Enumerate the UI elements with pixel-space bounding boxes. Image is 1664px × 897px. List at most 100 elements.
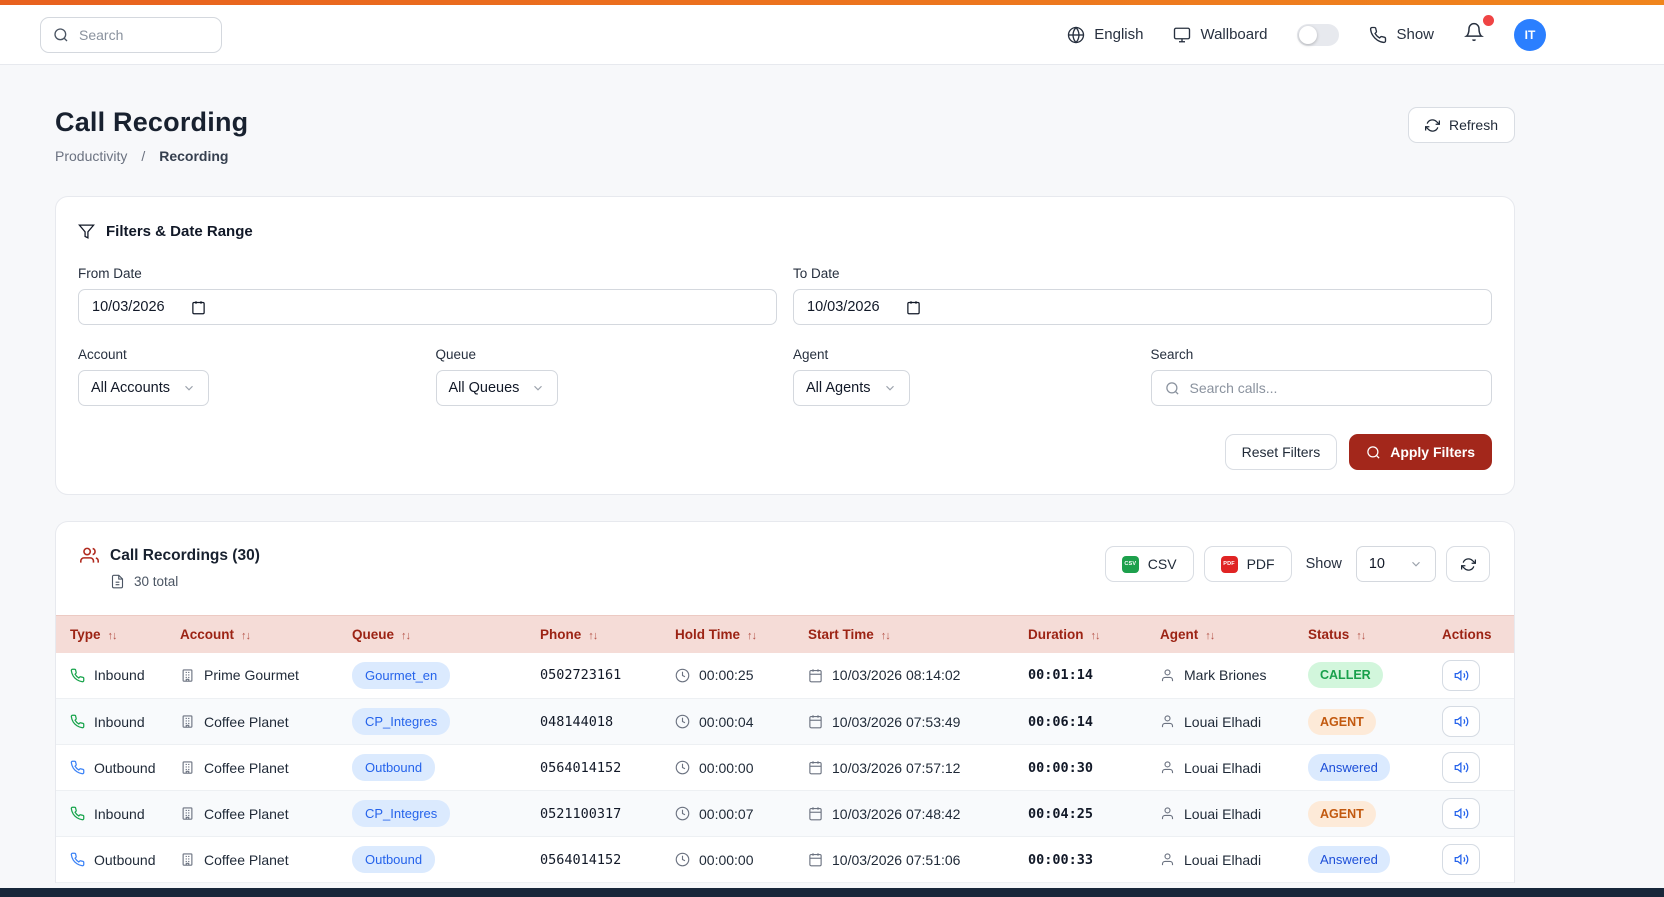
filters-title: Filters & Date Range — [106, 223, 253, 240]
column-header-phone[interactable]: Phone↑↓ — [526, 616, 661, 653]
phone-cell: 0502723161 — [526, 653, 661, 699]
account-name: Coffee Planet — [204, 806, 289, 822]
account-name: Coffee Planet — [204, 714, 289, 730]
calendar-icon — [808, 760, 823, 775]
building-icon — [180, 714, 195, 729]
hold-time-cell: 00:00:00 — [661, 745, 794, 791]
duration-cell: 00:01:14 — [1014, 653, 1146, 699]
sort-icon[interactable]: ↑↓ — [108, 630, 117, 642]
hold-time-value: 00:00:25 — [699, 667, 754, 683]
sort-icon[interactable]: ↑↓ — [401, 630, 410, 642]
agent-cell: Louai Elhadi — [1146, 791, 1294, 837]
notifications-button[interactable] — [1464, 22, 1484, 47]
export-pdf-button[interactable]: PDF PDF — [1204, 546, 1292, 582]
wallboard-label: Wallboard — [1200, 26, 1267, 43]
queue-select[interactable]: All Queues — [436, 370, 559, 406]
call-type-label: Inbound — [94, 667, 145, 683]
column-header-hold-time[interactable]: Hold Time↑↓ — [661, 616, 794, 653]
play-recording-button[interactable] — [1442, 844, 1480, 875]
duration-cell: 00:04:25 — [1014, 791, 1146, 837]
play-recording-button[interactable] — [1442, 752, 1480, 783]
calls-search-input[interactable] — [1190, 380, 1479, 396]
reload-table-button[interactable] — [1446, 546, 1490, 582]
clock-icon — [675, 668, 690, 683]
filters-panel: Filters & Date Range From Date 10/03/202… — [55, 196, 1515, 495]
column-header-status[interactable]: Status↑↓ — [1294, 616, 1428, 653]
wallboard-link[interactable]: Wallboard — [1173, 26, 1267, 44]
account-select[interactable]: All Accounts — [78, 370, 209, 406]
column-header-queue[interactable]: Queue↑↓ — [338, 616, 526, 653]
column-header-account[interactable]: Account↑↓ — [166, 616, 338, 653]
availability-toggle[interactable] — [1297, 24, 1339, 46]
apply-filters-button[interactable]: Apply Filters — [1349, 434, 1492, 470]
bell-icon — [1464, 22, 1484, 42]
topbar: English Wallboard Show IT — [0, 5, 1664, 65]
call-type-label: Outbound — [94, 852, 156, 868]
play-recording-button[interactable] — [1442, 660, 1480, 691]
page-size-value: 10 — [1369, 556, 1385, 572]
calendar-icon[interactable] — [906, 300, 921, 315]
agent-select[interactable]: All Agents — [793, 370, 910, 406]
users-icon — [80, 546, 99, 565]
actions-cell — [1428, 837, 1515, 883]
duration-cell: 00:00:30 — [1014, 745, 1146, 791]
language-selector[interactable]: English — [1067, 26, 1143, 44]
building-icon — [180, 852, 195, 867]
sort-icon[interactable]: ↑↓ — [1356, 630, 1365, 642]
calls-search[interactable] — [1151, 370, 1493, 406]
table-row: Inbound Prime Gourmet Gourmet_en 0502723… — [56, 653, 1515, 699]
sort-icon[interactable]: ↑↓ — [1091, 630, 1100, 642]
column-header-agent[interactable]: Agent↑↓ — [1146, 616, 1294, 653]
show-phone-control[interactable]: Show — [1369, 26, 1434, 44]
from-date-input[interactable]: 10/03/2026 — [78, 289, 777, 325]
play-recording-button[interactable] — [1442, 798, 1480, 829]
agent-name: Louai Elhadi — [1184, 714, 1261, 730]
sort-icon[interactable]: ↑↓ — [588, 630, 597, 642]
column-header-type[interactable]: Type↑↓ — [56, 616, 166, 653]
phone-cell: 0521100317 — [526, 791, 661, 837]
show-label: Show — [1396, 26, 1434, 43]
breadcrumb-parent[interactable]: Productivity — [55, 148, 127, 164]
sort-icon[interactable]: ↑↓ — [747, 630, 756, 642]
clock-icon — [675, 806, 690, 821]
sort-icon[interactable]: ↑↓ — [241, 630, 250, 642]
agent-cell: Louai Elhadi — [1146, 699, 1294, 745]
global-search[interactable] — [40, 17, 222, 53]
export-csv-button[interactable]: CSV CSV — [1105, 546, 1194, 582]
queue-badge: Outbound — [352, 754, 435, 781]
sort-icon[interactable]: ↑↓ — [881, 630, 890, 642]
global-search-input[interactable] — [79, 27, 209, 43]
account-cell: Coffee Planet — [166, 791, 338, 837]
calendar-icon[interactable] — [191, 300, 206, 315]
to-date-input[interactable]: 10/03/2026 — [793, 289, 1492, 325]
agent-cell: Louai Elhadi — [1146, 745, 1294, 791]
speaker-icon — [1454, 714, 1469, 729]
total-count: 30 total — [134, 574, 178, 589]
call-direction-phone-icon — [70, 760, 85, 775]
pdf-file-icon: PDF — [1221, 556, 1238, 573]
actions-cell — [1428, 745, 1515, 791]
toggle-knob — [1299, 26, 1317, 44]
column-header-duration[interactable]: Duration↑↓ — [1014, 616, 1146, 653]
status-cell: Answered — [1294, 837, 1428, 883]
play-recording-button[interactable] — [1442, 706, 1480, 737]
account-cell: Coffee Planet — [166, 745, 338, 791]
type-cell: Outbound — [56, 837, 166, 883]
avatar[interactable]: IT — [1514, 19, 1546, 51]
page-title: Call Recording — [55, 107, 248, 138]
table-header-row: Type↑↓ Account↑↓ Queue↑↓ Phone↑↓ Hold Ti… — [56, 616, 1515, 653]
type-cell: Inbound — [56, 699, 166, 745]
phone-cell: 0564014152 — [526, 837, 661, 883]
reset-filters-button[interactable]: Reset Filters — [1225, 434, 1338, 470]
queue-selected-value: All Queues — [449, 380, 520, 396]
globe-icon — [1067, 26, 1085, 44]
queue-cell: Outbound — [338, 837, 526, 883]
account-name: Coffee Planet — [204, 760, 289, 776]
refresh-button[interactable]: Refresh — [1408, 107, 1515, 143]
chevron-down-icon — [1409, 557, 1423, 571]
building-icon — [180, 668, 195, 683]
sort-icon[interactable]: ↑↓ — [1205, 630, 1214, 642]
recordings-table-body: Inbound Prime Gourmet Gourmet_en 0502723… — [56, 653, 1515, 883]
page-size-select[interactable]: 10 — [1356, 546, 1436, 582]
column-header-start-time[interactable]: Start Time↑↓ — [794, 616, 1014, 653]
